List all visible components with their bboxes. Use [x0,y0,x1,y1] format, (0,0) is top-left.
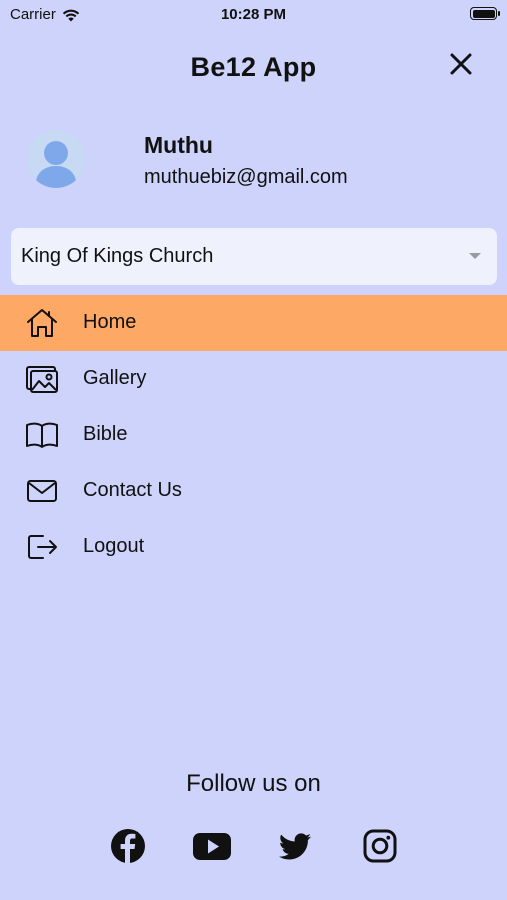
user-email: muthuebiz@gmail.com [144,166,348,188]
menu-item-bible[interactable]: Bible [0,407,507,463]
church-dropdown[interactable]: King Of Kings Church [11,228,497,285]
book-icon [25,419,59,451]
drawer-header: Be12 App [0,46,507,90]
menu-item-contact-us[interactable]: Contact Us [0,463,507,519]
menu-item-gallery[interactable]: Gallery [0,351,507,407]
facebook-icon[interactable] [110,828,146,864]
follow-us-heading: Follow us on [186,770,321,797]
gallery-icon [25,363,59,395]
menu-item-home[interactable]: Home [0,295,507,351]
close-icon[interactable] [447,50,475,78]
user-name: Muthu [144,132,213,158]
avatar-placeholder-icon [35,141,77,188]
menu-item-label: Contact Us [83,479,182,501]
menu-item-label: Logout [83,535,145,557]
menu-item-label: Home [83,311,137,333]
drawer-menu: Home Gallery Bible Contact Us Logout [0,295,507,575]
menu-item-label: Bible [83,423,128,445]
youtube-icon[interactable] [192,828,232,864]
status-bar: Carrier 10:28 PM [0,0,507,30]
menu-item-label: Gallery [83,367,147,389]
status-time: 10:28 PM [220,6,287,23]
twitter-icon[interactable] [277,828,313,864]
chevron-down-icon [469,253,481,259]
mail-icon [25,475,59,507]
menu-item-logout[interactable]: Logout [0,519,507,575]
logout-icon [25,531,59,563]
home-icon [25,307,59,339]
church-dropdown-value: King Of Kings Church [21,245,214,267]
social-links [0,828,507,868]
avatar [27,130,85,188]
instagram-icon[interactable] [362,828,398,864]
user-profile: Muthu muthuebiz@gmail.com [0,128,507,198]
battery-icon [470,7,500,20]
app-title: Be12 App [190,52,317,82]
